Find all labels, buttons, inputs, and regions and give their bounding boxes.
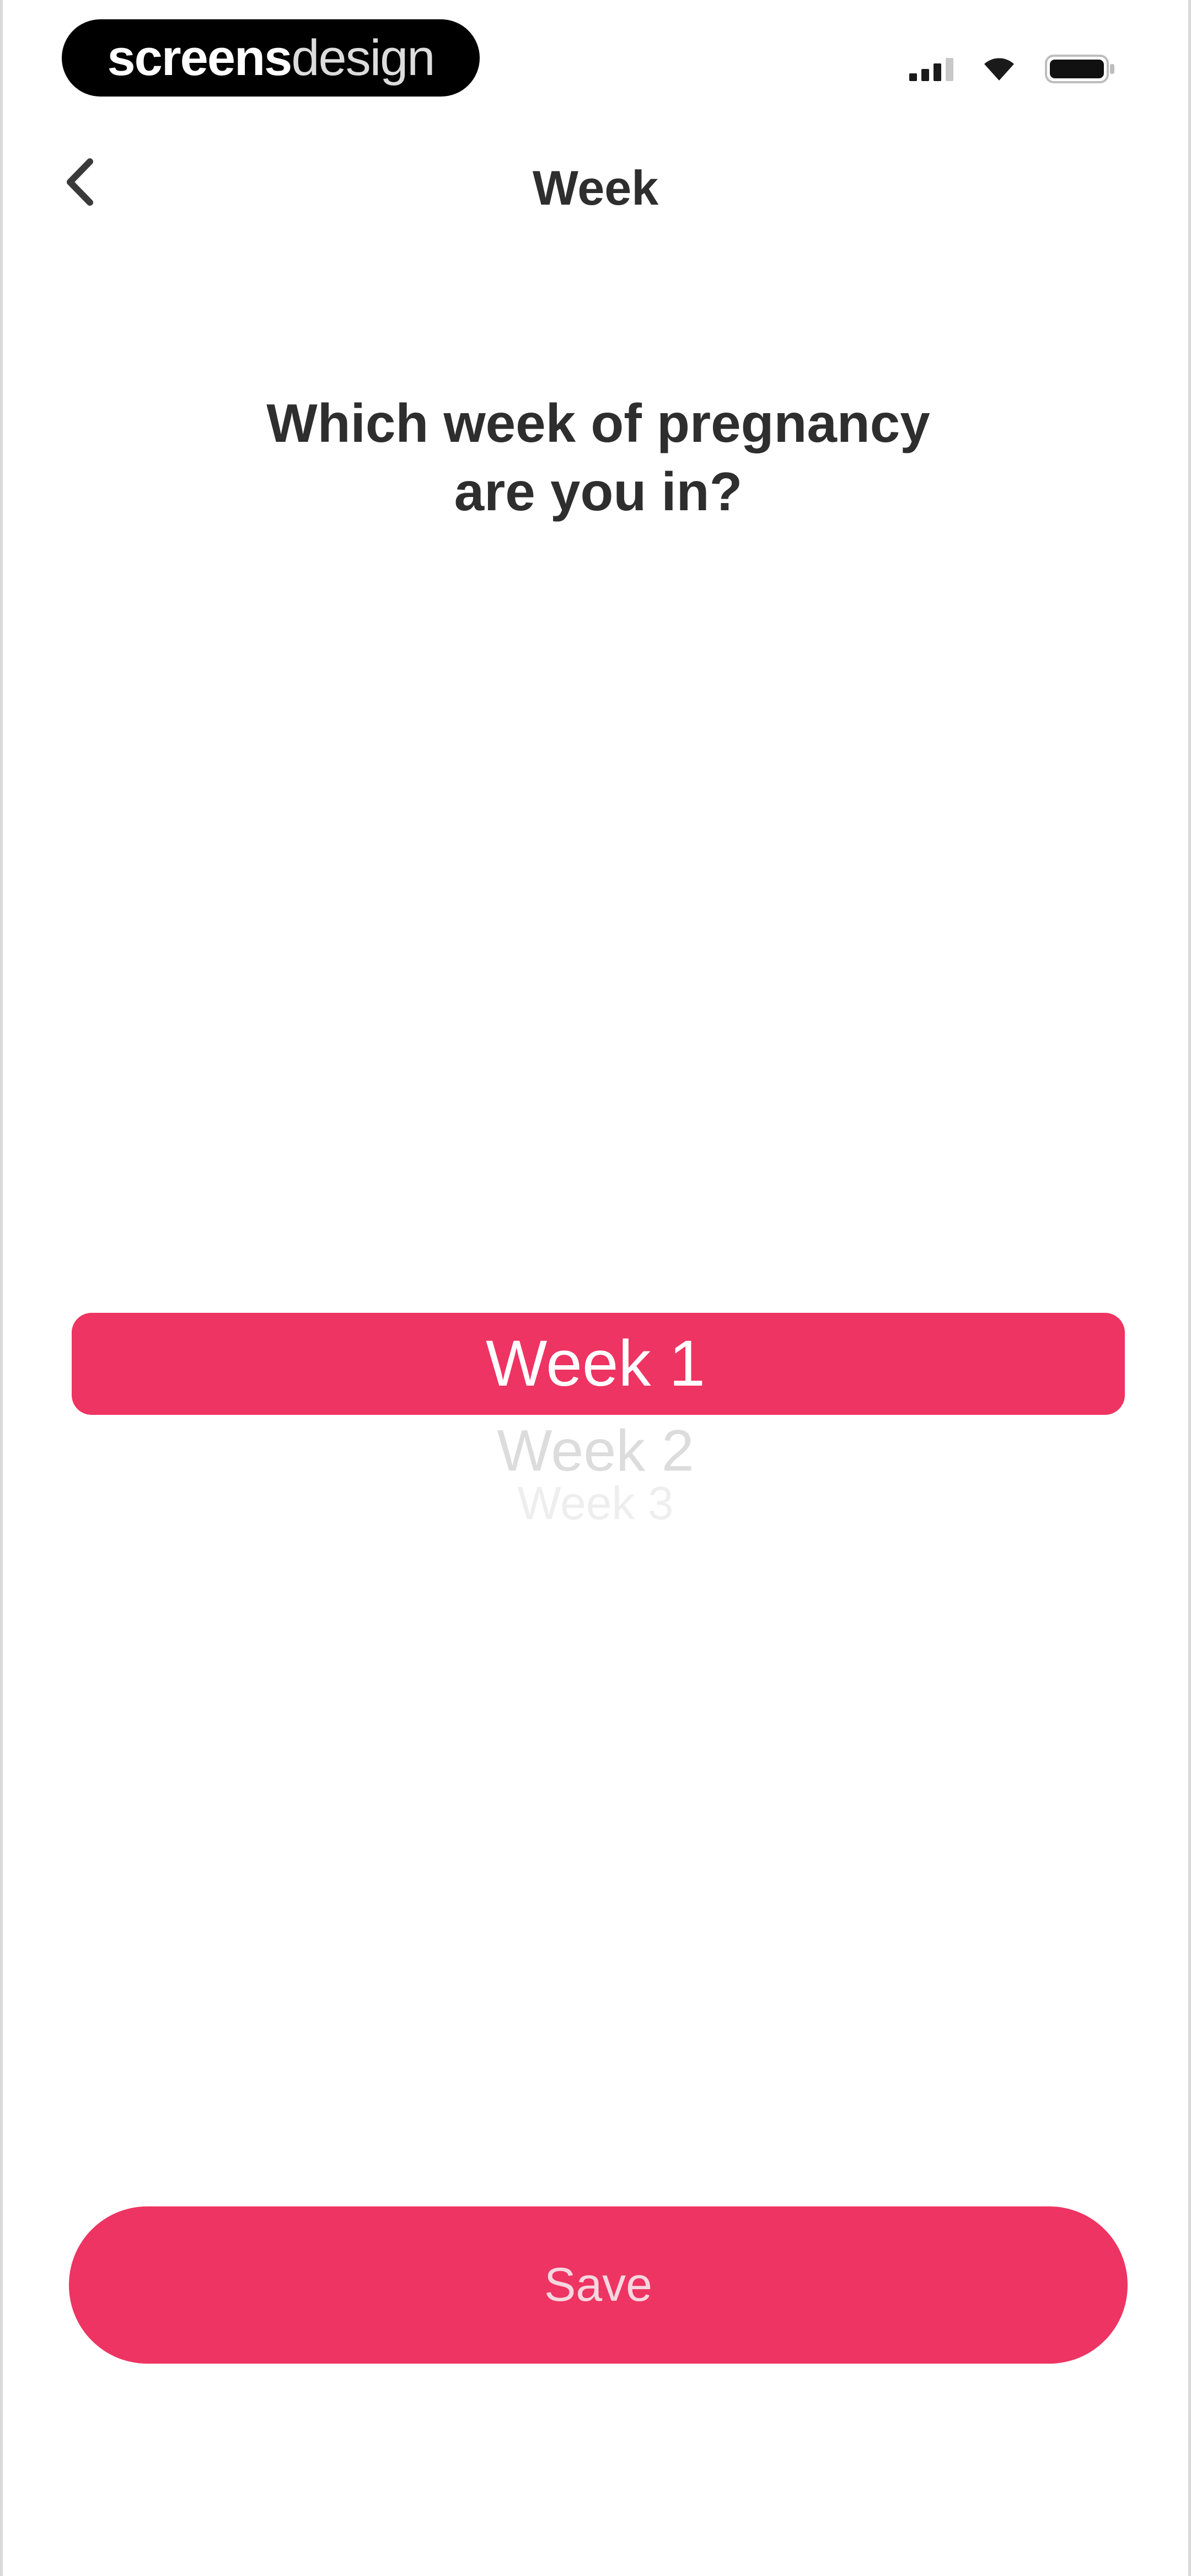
brand-bold-text: screens [107,30,293,86]
battery-icon [1045,54,1117,84]
question-heading: Which week of pregnancy are you in? [168,389,1028,526]
brand-light-text: design [291,30,435,86]
cellular-signal-icon [909,57,953,81]
wifi-icon [982,56,1016,82]
question-line-1: Which week of pregnancy [266,393,930,453]
status-bar: screensdesign [3,0,1188,116]
status-icons [909,52,1117,85]
brand-badge: screensdesign [62,19,480,97]
picker-option[interactable]: Week 3 [3,1478,1188,1528]
picker-option[interactable]: Week 2 [3,1415,1188,1487]
week-picker[interactable]: Week 1 Week 2 Week 3 [3,1313,1188,1567]
week-selection-screen: screensdesign Week Which week of pregnan… [0,0,1191,2576]
question-line-2: are you in? [454,461,743,522]
picker-option-selected[interactable]: Week 1 [3,1313,1188,1415]
page-title: Week [532,161,659,215]
navigation-bar: Week [3,127,1188,243]
save-button[interactable]: Save [69,2206,1128,2364]
